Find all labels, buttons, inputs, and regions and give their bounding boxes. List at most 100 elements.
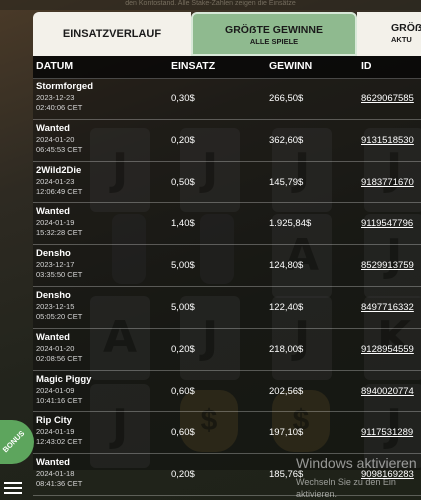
time: 02:40:06 CET <box>36 103 83 112</box>
watermark-title: Windows aktivieren <box>296 455 417 471</box>
date-cell: Densho 2023-12-15 05:05:20 CET <box>36 290 164 322</box>
win-cell: 362,60$ <box>269 134 304 146</box>
stake-cell: 0,30$ <box>171 93 195 104</box>
round-id-link[interactable]: 8629067585 <box>361 93 414 104</box>
table-row: Densho 2023-12-15 05:05:20 CET 5,00$ 122,40$… <box>33 287 421 329</box>
menu-icon[interactable] <box>4 480 24 498</box>
table-row: Stormforged 2023-12-23 02:40:06 CET 0,30$ 26… <box>33 78 421 120</box>
time: 08:41:36 CET <box>36 479 83 489</box>
column-header-win: GEWINN <box>269 60 313 72</box>
table-row: Wanted 2024-01-20 02:08:56 CET 0,20$ 218,00$… <box>33 329 421 371</box>
stake-cell: 0,60$ <box>171 427 195 439</box>
round-id-link[interactable]: 9117531289 <box>361 427 413 438</box>
stake-cell: 0,20$ <box>171 343 195 355</box>
game-name: Wanted <box>36 331 70 343</box>
date: 2024-01-19 <box>36 427 75 437</box>
time: 05:05:20 CET <box>36 311 83 321</box>
tab-biggest-wins[interactable]: GRÖẞTE GEWINNE ALLE SPIELE <box>191 12 357 56</box>
tab-sublabel: ALLE SPIELE <box>249 37 299 46</box>
tab-biggest-current[interactable]: GRÖẞ AKTU <box>357 12 421 56</box>
date: 2023-12-17 <box>36 260 75 270</box>
game-name: Wanted <box>36 122 70 134</box>
date: 2024-01-20 <box>36 134 75 144</box>
date: 2024-01-23 <box>36 176 75 186</box>
game-name: 2Wild2Die <box>36 164 82 176</box>
date: 2024-01-20 <box>36 343 75 353</box>
stake-cell: 0,60$ <box>171 385 195 397</box>
watermark-line: Wechseln Sie zu den Ein <box>296 477 396 487</box>
round-id-link[interactable]: 9128954559 <box>361 344 414 355</box>
table-row: Magic Piggy 2024-01-09 10:41:16 CET 0,60$ 20… <box>33 371 421 413</box>
win-cell: 145,79$ <box>269 176 304 188</box>
win-cell: 266,50$ <box>269 93 304 104</box>
date-cell: Wanted 2024-01-20 02:08:56 CET <box>36 332 164 364</box>
tab-label: EINSATZVERLAUF <box>62 28 162 40</box>
table-row: Wanted 2024-01-19 15:32:28 CET 1,40$ 1.925,8… <box>33 203 421 246</box>
date-cell: Stormforged 2023-12-23 02:40:06 CET <box>36 81 164 113</box>
stake-cell: 0,20$ <box>171 134 195 146</box>
column-header-stake: EINSATZ <box>171 60 216 72</box>
table-header: DATUM EINSATZ GEWINN ID <box>33 56 421 79</box>
win-cell: 1.925,84$ <box>269 218 312 230</box>
win-cell: 202,56$ <box>269 385 304 397</box>
time: 15:32:28 CET <box>36 228 83 238</box>
tab-label: GRÖẞ <box>391 22 421 34</box>
round-id-link[interactable]: 8497716332 <box>361 302 414 313</box>
game-name: Stormforged <box>36 81 93 92</box>
date: 2024-01-19 <box>36 218 75 228</box>
game-name: Wanted <box>36 206 70 218</box>
game-name: Magic Piggy <box>36 373 92 385</box>
round-id-link[interactable]: 9131518530 <box>361 135 414 146</box>
date: 2023-12-23 <box>36 93 75 102</box>
column-header-id: ID <box>361 60 372 72</box>
stake-cell: 5,00$ <box>171 260 195 272</box>
date-cell: Wanted 2024-01-19 15:32:28 CET <box>36 206 164 238</box>
game-name: Wanted <box>36 457 70 469</box>
game-name: Densho <box>36 289 71 301</box>
stake-cell: 0,50$ <box>171 176 195 188</box>
tab-bet-history[interactable]: EINSATZVERLAUF <box>33 12 191 56</box>
table-row: Rip City 2024-01-19 12:43:02 CET 0,60$ 197,1… <box>33 412 421 455</box>
round-id-link[interactable]: 8529913759 <box>361 260 414 271</box>
bonus-button[interactable]: BONUS <box>0 420 34 464</box>
top-info-strip: den Kontostand. Alle Stake-Zahlen zeigen… <box>0 0 421 10</box>
date-cell: Magic Piggy 2024-01-09 10:41:16 CET <box>36 374 164 406</box>
game-history-screen: J J J J A J A J J K J $ $ J den Kontosta… <box>0 0 421 500</box>
game-name: Rip City <box>36 415 72 427</box>
time: 12:06:49 CET <box>36 186 83 196</box>
table-row: Wanted 2024-01-20 06:45:53 CET 0,20$ 362,60$… <box>33 120 421 162</box>
date-cell: Rip City 2024-01-19 12:43:02 CET <box>36 415 164 447</box>
round-id-link[interactable]: 9183771670 <box>361 177 414 188</box>
bonus-label: BONUS <box>0 428 27 455</box>
tab-sublabel: AKTU <box>391 35 412 44</box>
table-row: 2Wild2Die 2024-01-23 12:06:49 CET 0,50$ 145,… <box>33 162 421 204</box>
time: 02:08:56 CET <box>36 353 83 363</box>
table-body: Stormforged 2023-12-23 02:40:06 CET 0,30$ 26… <box>33 78 421 496</box>
watermark-line: aktivieren. <box>296 489 338 499</box>
date: 2024-01-09 <box>36 385 75 395</box>
date-cell: Wanted 2024-01-20 06:45:53 CET <box>36 123 164 155</box>
round-id-link[interactable]: 9119547796 <box>361 218 413 229</box>
windows-activation-watermark: Windows aktivieren Wechseln Sie zu den E… <box>296 454 421 500</box>
date: 2023-12-15 <box>36 301 75 311</box>
date-cell: 2Wild2Die 2024-01-23 12:06:49 CET <box>36 165 164 197</box>
win-cell: 197,10$ <box>269 427 304 439</box>
date: 2024-01-18 <box>36 469 75 479</box>
game-name: Densho <box>36 248 71 260</box>
time: 03:35:50 CET <box>36 270 83 280</box>
win-cell: 218,00$ <box>269 343 304 355</box>
date-cell: Densho 2023-12-17 03:35:50 CET <box>36 248 164 280</box>
stake-cell: 1,40$ <box>171 218 195 230</box>
stake-cell: 0,20$ <box>171 469 195 481</box>
tab-label: GRÖẞTE GEWINNE <box>225 24 323 36</box>
table-row: Densho 2023-12-17 03:35:50 CET 5,00$ 124,80$… <box>33 245 421 287</box>
date-cell: Wanted 2024-01-18 08:41:36 CET <box>36 457 164 489</box>
time: 10:41:16 CET <box>36 395 83 405</box>
time: 06:45:53 CET <box>36 144 83 154</box>
stake-cell: 5,00$ <box>171 301 195 313</box>
win-cell: 124,80$ <box>269 260 304 272</box>
round-id-link[interactable]: 8940020774 <box>361 386 414 397</box>
time: 12:43:02 CET <box>36 437 83 447</box>
win-cell: 122,40$ <box>269 301 304 313</box>
column-header-date: DATUM <box>36 60 74 72</box>
